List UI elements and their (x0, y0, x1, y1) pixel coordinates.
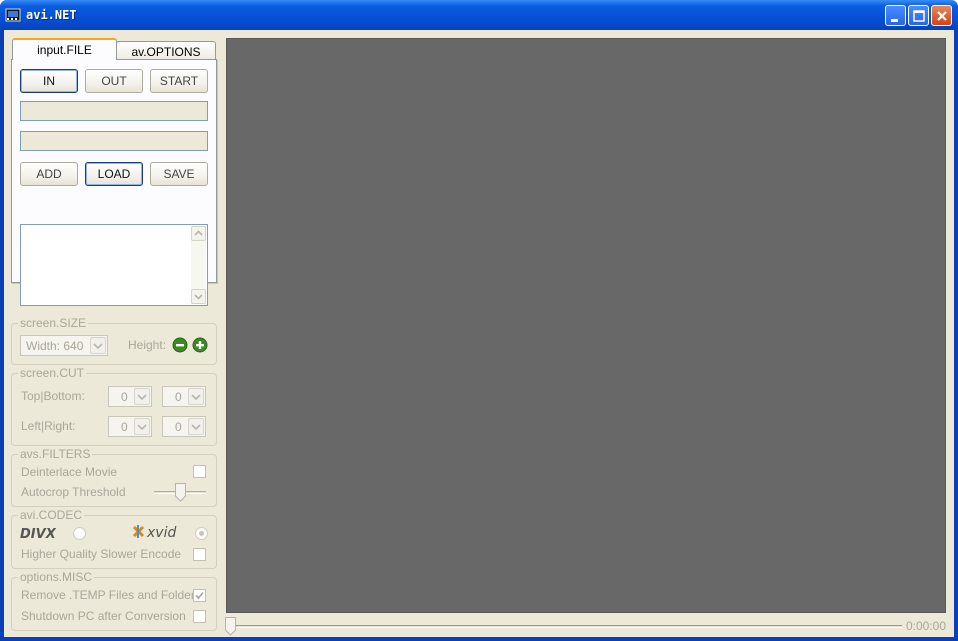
top-select-value: 0 (121, 390, 128, 404)
divx-logo: DIVX (20, 527, 57, 541)
hq-label: Higher Quality Slower Encode (21, 547, 182, 561)
add-button[interactable]: ADD (20, 162, 78, 186)
deinterlace-label: Deinterlace Movie (21, 465, 118, 479)
width-select-value: Width: 640 (26, 339, 84, 353)
scroll-up-button[interactable] (191, 226, 206, 241)
window-title: avi.NET (26, 8, 77, 22)
left-select-value: 0 (121, 420, 128, 434)
bottom-select-value: 0 (175, 390, 182, 404)
right-select-value: 0 (175, 420, 182, 434)
remove-temp-label: Remove .TEMP Files and Folder (21, 588, 195, 602)
minimize-button[interactable] (885, 5, 906, 26)
queue-scrollbar[interactable] (191, 226, 206, 304)
maximize-icon (913, 10, 925, 22)
chevron-down-icon (93, 343, 103, 350)
in-button[interactable]: IN (20, 69, 78, 93)
maximize-button[interactable] (908, 5, 929, 26)
video-preview (226, 38, 946, 613)
minimize-icon (891, 19, 898, 22)
out-button[interactable]: OUT (85, 69, 143, 93)
shutdown-label: Shutdown PC after Conversion (21, 609, 186, 623)
title-bar[interactable]: avi.NET (0, 0, 958, 30)
left-select[interactable]: 0 (108, 416, 152, 437)
avi-codec-title: avi.CODEC (18, 508, 85, 522)
avi-codec-group: avi.CODEC DIVX xvid Higher Quality Slowe… (11, 508, 217, 569)
save-button[interactable]: SAVE (150, 162, 208, 186)
screen-size-group: screen.SIZE Width: 640 Height: (11, 316, 217, 365)
chevron-down-icon (137, 394, 147, 401)
app-window: avi.NET input.FILE av.OPTIONS IN OUT STA… (0, 0, 958, 641)
input-path-field[interactable] (20, 101, 208, 121)
right-select[interactable]: 0 (162, 416, 206, 437)
input-file-panel: IN OUT START ADD LOAD SAVE (11, 59, 217, 306)
tab-input-file[interactable]: input.FILE (12, 38, 117, 60)
chevron-up-icon (194, 230, 203, 236)
chevron-down-icon (191, 424, 201, 431)
chevron-down-icon (191, 394, 201, 401)
divx-radio[interactable] (73, 527, 86, 540)
svg-text:xvid: xvid (146, 525, 176, 541)
xvid-radio[interactable] (195, 527, 208, 540)
svg-text:DIVX: DIVX (20, 527, 57, 541)
close-button[interactable] (931, 5, 952, 26)
chevron-down-icon (194, 294, 203, 300)
client-area: input.FILE av.OPTIONS IN OUT START ADD L… (4, 30, 954, 637)
options-misc-group: options.MISC Remove .TEMP Files and Fold… (11, 570, 217, 631)
time-display: 0:00:00 (905, 619, 946, 633)
chevron-down-icon (137, 424, 147, 431)
decrease-height-icon[interactable] (172, 337, 188, 353)
hq-checkbox[interactable] (193, 548, 206, 561)
shutdown-checkbox[interactable] (193, 610, 206, 623)
close-icon (937, 11, 947, 21)
seek-track[interactable] (226, 625, 902, 628)
scroll-down-button[interactable] (191, 289, 206, 304)
screen-cut-title: screen.CUT (18, 366, 87, 380)
autocrop-slider-thumb[interactable] (174, 483, 186, 502)
start-button[interactable]: START (150, 69, 208, 93)
autocrop-label: Autocrop Threshold (21, 485, 126, 499)
xvid-logo: xvid (132, 525, 176, 541)
bottom-select[interactable]: 0 (162, 386, 206, 407)
deinterlace-checkbox[interactable] (193, 465, 206, 478)
queue-list[interactable] (20, 224, 208, 306)
top-select[interactable]: 0 (108, 386, 152, 407)
width-select[interactable]: Width: 640 (20, 335, 108, 356)
topbottom-label: Top|Bottom: (21, 389, 85, 403)
increase-height-icon[interactable] (192, 337, 208, 353)
avs-filters-group: avs.FILTERS Deinterlace Movie Autocrop T… (11, 447, 217, 507)
avs-filters-title: avs.FILTERS (18, 447, 93, 461)
checkmark-icon (195, 591, 204, 600)
app-icon (5, 8, 21, 22)
remove-temp-checkbox[interactable] (193, 589, 206, 602)
screen-size-title: screen.SIZE (18, 316, 89, 330)
height-label: Height: (128, 338, 167, 352)
load-button[interactable]: LOAD (85, 162, 143, 186)
leftright-label: Left|Right: (21, 419, 76, 433)
seek-thumb[interactable] (225, 617, 236, 636)
tab-av-options[interactable]: av.OPTIONS (116, 41, 216, 61)
output-path-field[interactable] (20, 131, 208, 151)
screen-cut-group: screen.CUT Top|Bottom: 0 0 Left|Right: 0… (11, 366, 217, 446)
options-misc-title: options.MISC (18, 570, 95, 584)
